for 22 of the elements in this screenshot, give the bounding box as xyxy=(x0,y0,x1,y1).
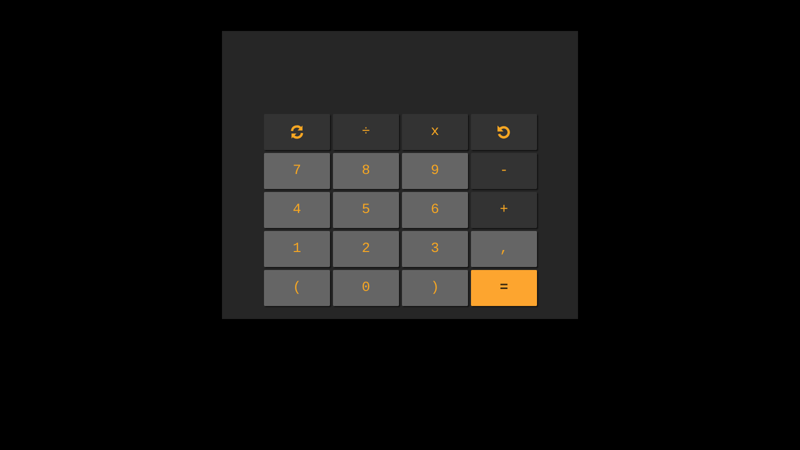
digit-key[interactable]: 0 xyxy=(333,270,399,306)
digit-key[interactable]: , xyxy=(471,231,537,267)
refresh-button[interactable] xyxy=(264,114,330,150)
digit-key[interactable]: 3 xyxy=(402,231,468,267)
digit-key[interactable]: 8 xyxy=(333,153,399,189)
undo-icon xyxy=(496,124,512,140)
digit-key[interactable]: 5 xyxy=(333,192,399,228)
digit-key[interactable]: ) xyxy=(402,270,468,306)
operator-key[interactable]: x xyxy=(402,114,468,150)
digit-key[interactable]: 9 xyxy=(402,153,468,189)
operator-key[interactable]: - xyxy=(471,153,537,189)
undo-button[interactable] xyxy=(471,114,537,150)
digit-key[interactable]: 2 xyxy=(333,231,399,267)
refresh-icon xyxy=(289,124,305,140)
digit-key[interactable]: 7 xyxy=(264,153,330,189)
equals-button[interactable]: = xyxy=(471,270,537,306)
digit-key[interactable]: ( xyxy=(264,270,330,306)
operator-key[interactable]: ÷ xyxy=(333,114,399,150)
digit-key[interactable]: 4 xyxy=(264,192,330,228)
digit-key[interactable]: 6 xyxy=(402,192,468,228)
operator-key[interactable]: + xyxy=(471,192,537,228)
digit-key[interactable]: 1 xyxy=(264,231,330,267)
